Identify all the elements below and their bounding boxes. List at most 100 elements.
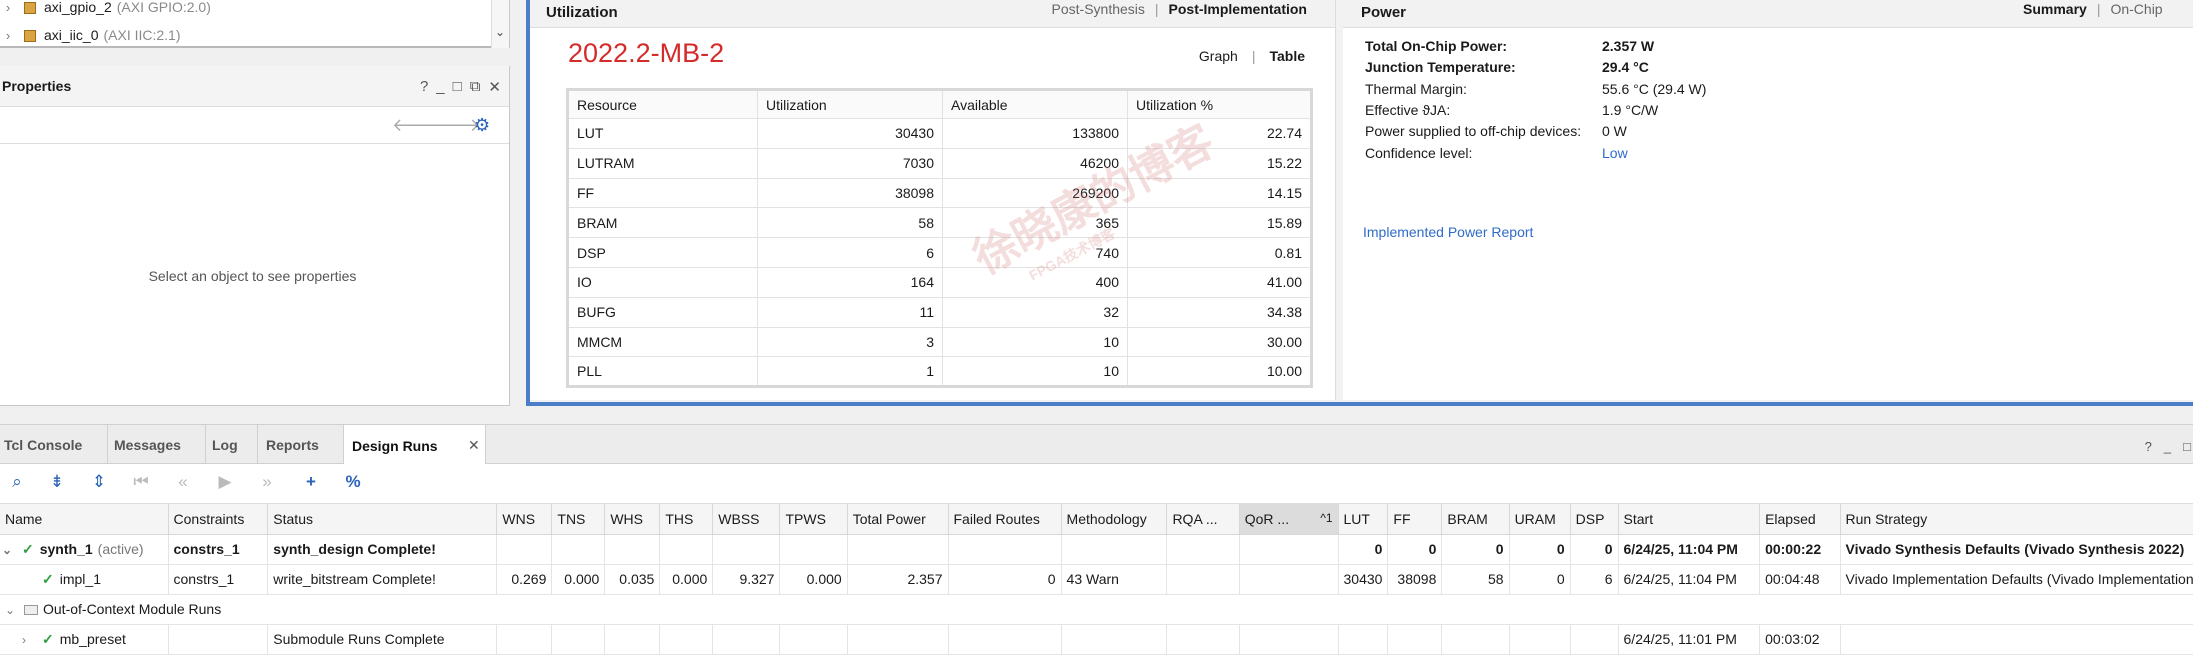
table-row[interactable]: FF 38098 269200 14.15 — [567, 177, 1312, 209]
column-header[interactable]: Name — [0, 504, 169, 535]
table-row[interactable]: LUTRAM 7030 46200 15.22 — [567, 147, 1312, 179]
tab-messages[interactable]: Messages — [108, 425, 206, 465]
table-row[interactable]: LUT 30430 133800 22.74 — [567, 118, 1312, 149]
power-value: 29.4 °C — [1602, 59, 1649, 76]
gear-icon[interactable]: ⚙ — [474, 115, 490, 136]
column-header[interactable]: Utilization % — [1127, 89, 1312, 119]
help-icon[interactable]: ? — [2145, 439, 2152, 454]
minimize-icon[interactable]: _ — [2164, 439, 2171, 454]
run-cell — [1166, 624, 1240, 655]
chevron-right-icon[interactable]: › — [0, 28, 16, 43]
table-row[interactable]: BRAM 58 365 15.89 — [567, 207, 1312, 239]
chevron-down-icon[interactable]: ⌄ — [5, 603, 19, 617]
tab-reports[interactable]: Reports — [258, 425, 344, 465]
column-header[interactable]: THS — [659, 504, 714, 535]
column-header[interactable]: FF — [1387, 504, 1443, 535]
value-cell: 400 — [942, 266, 1128, 298]
column-header[interactable]: Methodology — [1061, 504, 1168, 535]
maximize-icon[interactable]: □ — [453, 78, 462, 96]
minimize-icon[interactable]: _ — [436, 78, 444, 96]
tab-table[interactable]: Table — [1269, 48, 1305, 64]
power-row: Thermal Margin: 55.6 °C (29.4 W) — [1365, 81, 1706, 97]
column-header[interactable]: Constraints — [168, 504, 269, 535]
column-header[interactable]: Resource — [567, 89, 758, 119]
column-header[interactable]: LUT — [1338, 504, 1389, 535]
column-header[interactable]: Run Strategy — [1840, 504, 2193, 535]
close-icon[interactable]: ✕ — [488, 78, 501, 96]
table-row[interactable]: MMCM 3 10 30.00 — [567, 326, 1312, 358]
column-header[interactable]: BRAM — [1441, 504, 1510, 535]
tab-post-implementation[interactable]: Post-Implementation — [1169, 1, 1307, 17]
column-header[interactable]: QoR ... ^1 — [1239, 504, 1339, 535]
column-header[interactable]: DSP — [1570, 504, 1619, 535]
float-icon[interactable]: ⧉ — [470, 78, 481, 96]
column-header[interactable]: Utilization — [757, 89, 943, 119]
column-header[interactable]: Available — [942, 89, 1128, 119]
resource-cell: BUFG — [567, 296, 758, 328]
column-header[interactable]: Elapsed — [1759, 504, 1841, 535]
run-name: impl_1 — [59, 570, 101, 587]
table-row[interactable]: ⌄ ✓ synth_1 (active) constrs_1 synth_design C… — [0, 534, 2193, 565]
percent-icon[interactable]: % — [340, 472, 366, 496]
tab-post-synthesis[interactable]: Post-Synthesis — [1052, 1, 1145, 17]
design-runs-table-container: Name Constraints Status WNS TNS WHS THS WBSS TPW… — [0, 504, 2193, 662]
tree-scrollbar[interactable]: ⌄ — [491, 0, 509, 48]
run-cell — [496, 534, 553, 565]
utilization-panel: Utilization Post-Synthesis | Post-Implem… — [530, 0, 1336, 400]
chevron-right-icon[interactable]: › — [22, 633, 36, 647]
chevron-down-icon[interactable]: ⌄ — [2, 543, 16, 557]
confidence-link[interactable]: Low — [1602, 145, 1628, 161]
run-cell — [712, 624, 781, 655]
tab-design-runs[interactable]: Design Runs — [344, 425, 486, 466]
maximize-icon[interactable]: □ — [2183, 439, 2191, 454]
column-header[interactable]: URAM — [1509, 504, 1571, 535]
column-header[interactable]: TPWS — [779, 504, 848, 535]
resource-cell: PLL — [567, 356, 758, 388]
tree-item[interactable]: › axi_gpio_2 (AXI GPIO:2.0) — [0, 0, 211, 20]
power-report-link[interactable]: Implemented Power Report — [1363, 224, 1533, 240]
tab-log[interactable]: Log — [206, 425, 258, 465]
run-cell — [496, 624, 553, 655]
first-icon[interactable]: ⏮ — [128, 472, 154, 496]
next-icon[interactable]: » — [254, 472, 280, 496]
run-cell: 0.000 — [779, 564, 848, 595]
previous-icon[interactable]: « — [170, 472, 196, 496]
table-row[interactable]: IO 164 400 41.00 — [567, 266, 1312, 298]
play-icon[interactable]: ▶ — [212, 472, 238, 496]
collapse-all-icon[interactable]: ⇟ — [44, 472, 70, 496]
table-row[interactable]: BUFG 11 32 34.38 — [567, 296, 1312, 328]
tab-summary[interactable]: Summary — [2023, 1, 2087, 17]
column-header[interactable]: TNS — [551, 504, 606, 535]
expand-all-icon[interactable]: ⇕ — [86, 472, 112, 496]
tab-on-chip[interactable]: On-Chip — [2110, 1, 2162, 17]
column-header[interactable]: RQA ... — [1166, 504, 1240, 535]
properties-title: Properties — [2, 78, 72, 94]
value-cell: 10 — [942, 326, 1128, 358]
table-row[interactable]: ✓ impl_1 constrs_1 write_bitstream Complete… — [0, 564, 2193, 595]
column-header[interactable]: Total Power — [847, 504, 949, 535]
run-cell — [847, 624, 949, 655]
column-header[interactable]: Status — [267, 504, 498, 535]
column-header[interactable]: Start — [1618, 504, 1761, 535]
close-icon[interactable]: ✕ — [468, 437, 480, 454]
column-header[interactable]: WBSS — [712, 504, 781, 535]
tab-graph[interactable]: Graph — [1199, 48, 1238, 64]
chevron-down-icon[interactable]: ⌄ — [495, 25, 505, 39]
table-row[interactable]: DSP 6 740 0.81 — [567, 237, 1312, 268]
ip-block-icon — [20, 0, 38, 14]
help-icon[interactable]: ? — [420, 78, 428, 96]
column-header[interactable]: Failed Routes — [948, 504, 1062, 535]
add-icon[interactable]: + — [298, 472, 324, 496]
run-cell — [1239, 564, 1339, 595]
column-header[interactable]: WHS — [604, 504, 661, 535]
run-cell — [1166, 534, 1240, 565]
chevron-right-icon[interactable]: › — [0, 0, 16, 15]
column-header[interactable]: WNS — [496, 504, 553, 535]
table-row[interactable]: PLL 1 10 10.00 — [567, 356, 1312, 388]
group-row[interactable]: ⌄ Out-of-Context Module Runs — [0, 594, 2193, 625]
search-icon[interactable]: ⌕ — [4, 472, 30, 496]
run-cell: 6 — [1570, 564, 1619, 595]
tab-tcl-console[interactable]: Tcl Console — [0, 425, 108, 465]
table-row[interactable]: › ✓ mb_preset Submodule Runs Complete 6/24/2… — [0, 624, 2193, 655]
tree-item[interactable]: › axi_iic_0 (AXI IIC:2.1) — [0, 22, 181, 48]
